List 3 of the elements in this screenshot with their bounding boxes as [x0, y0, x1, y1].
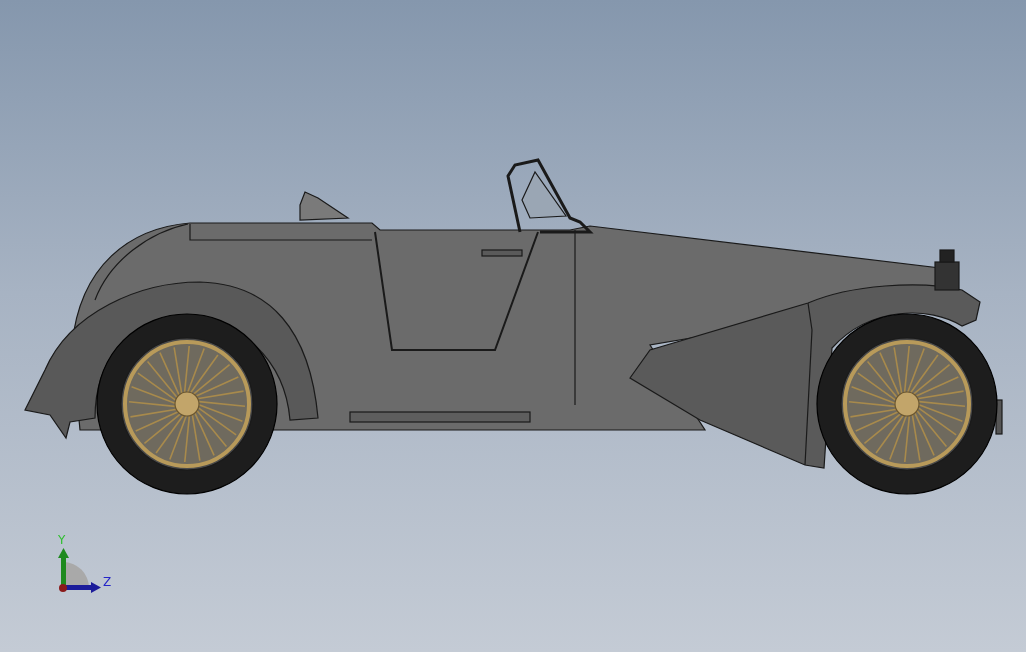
origin-icon	[59, 584, 67, 592]
axis-label: Z	[103, 576, 112, 588]
axis-label: Y	[58, 534, 66, 546]
